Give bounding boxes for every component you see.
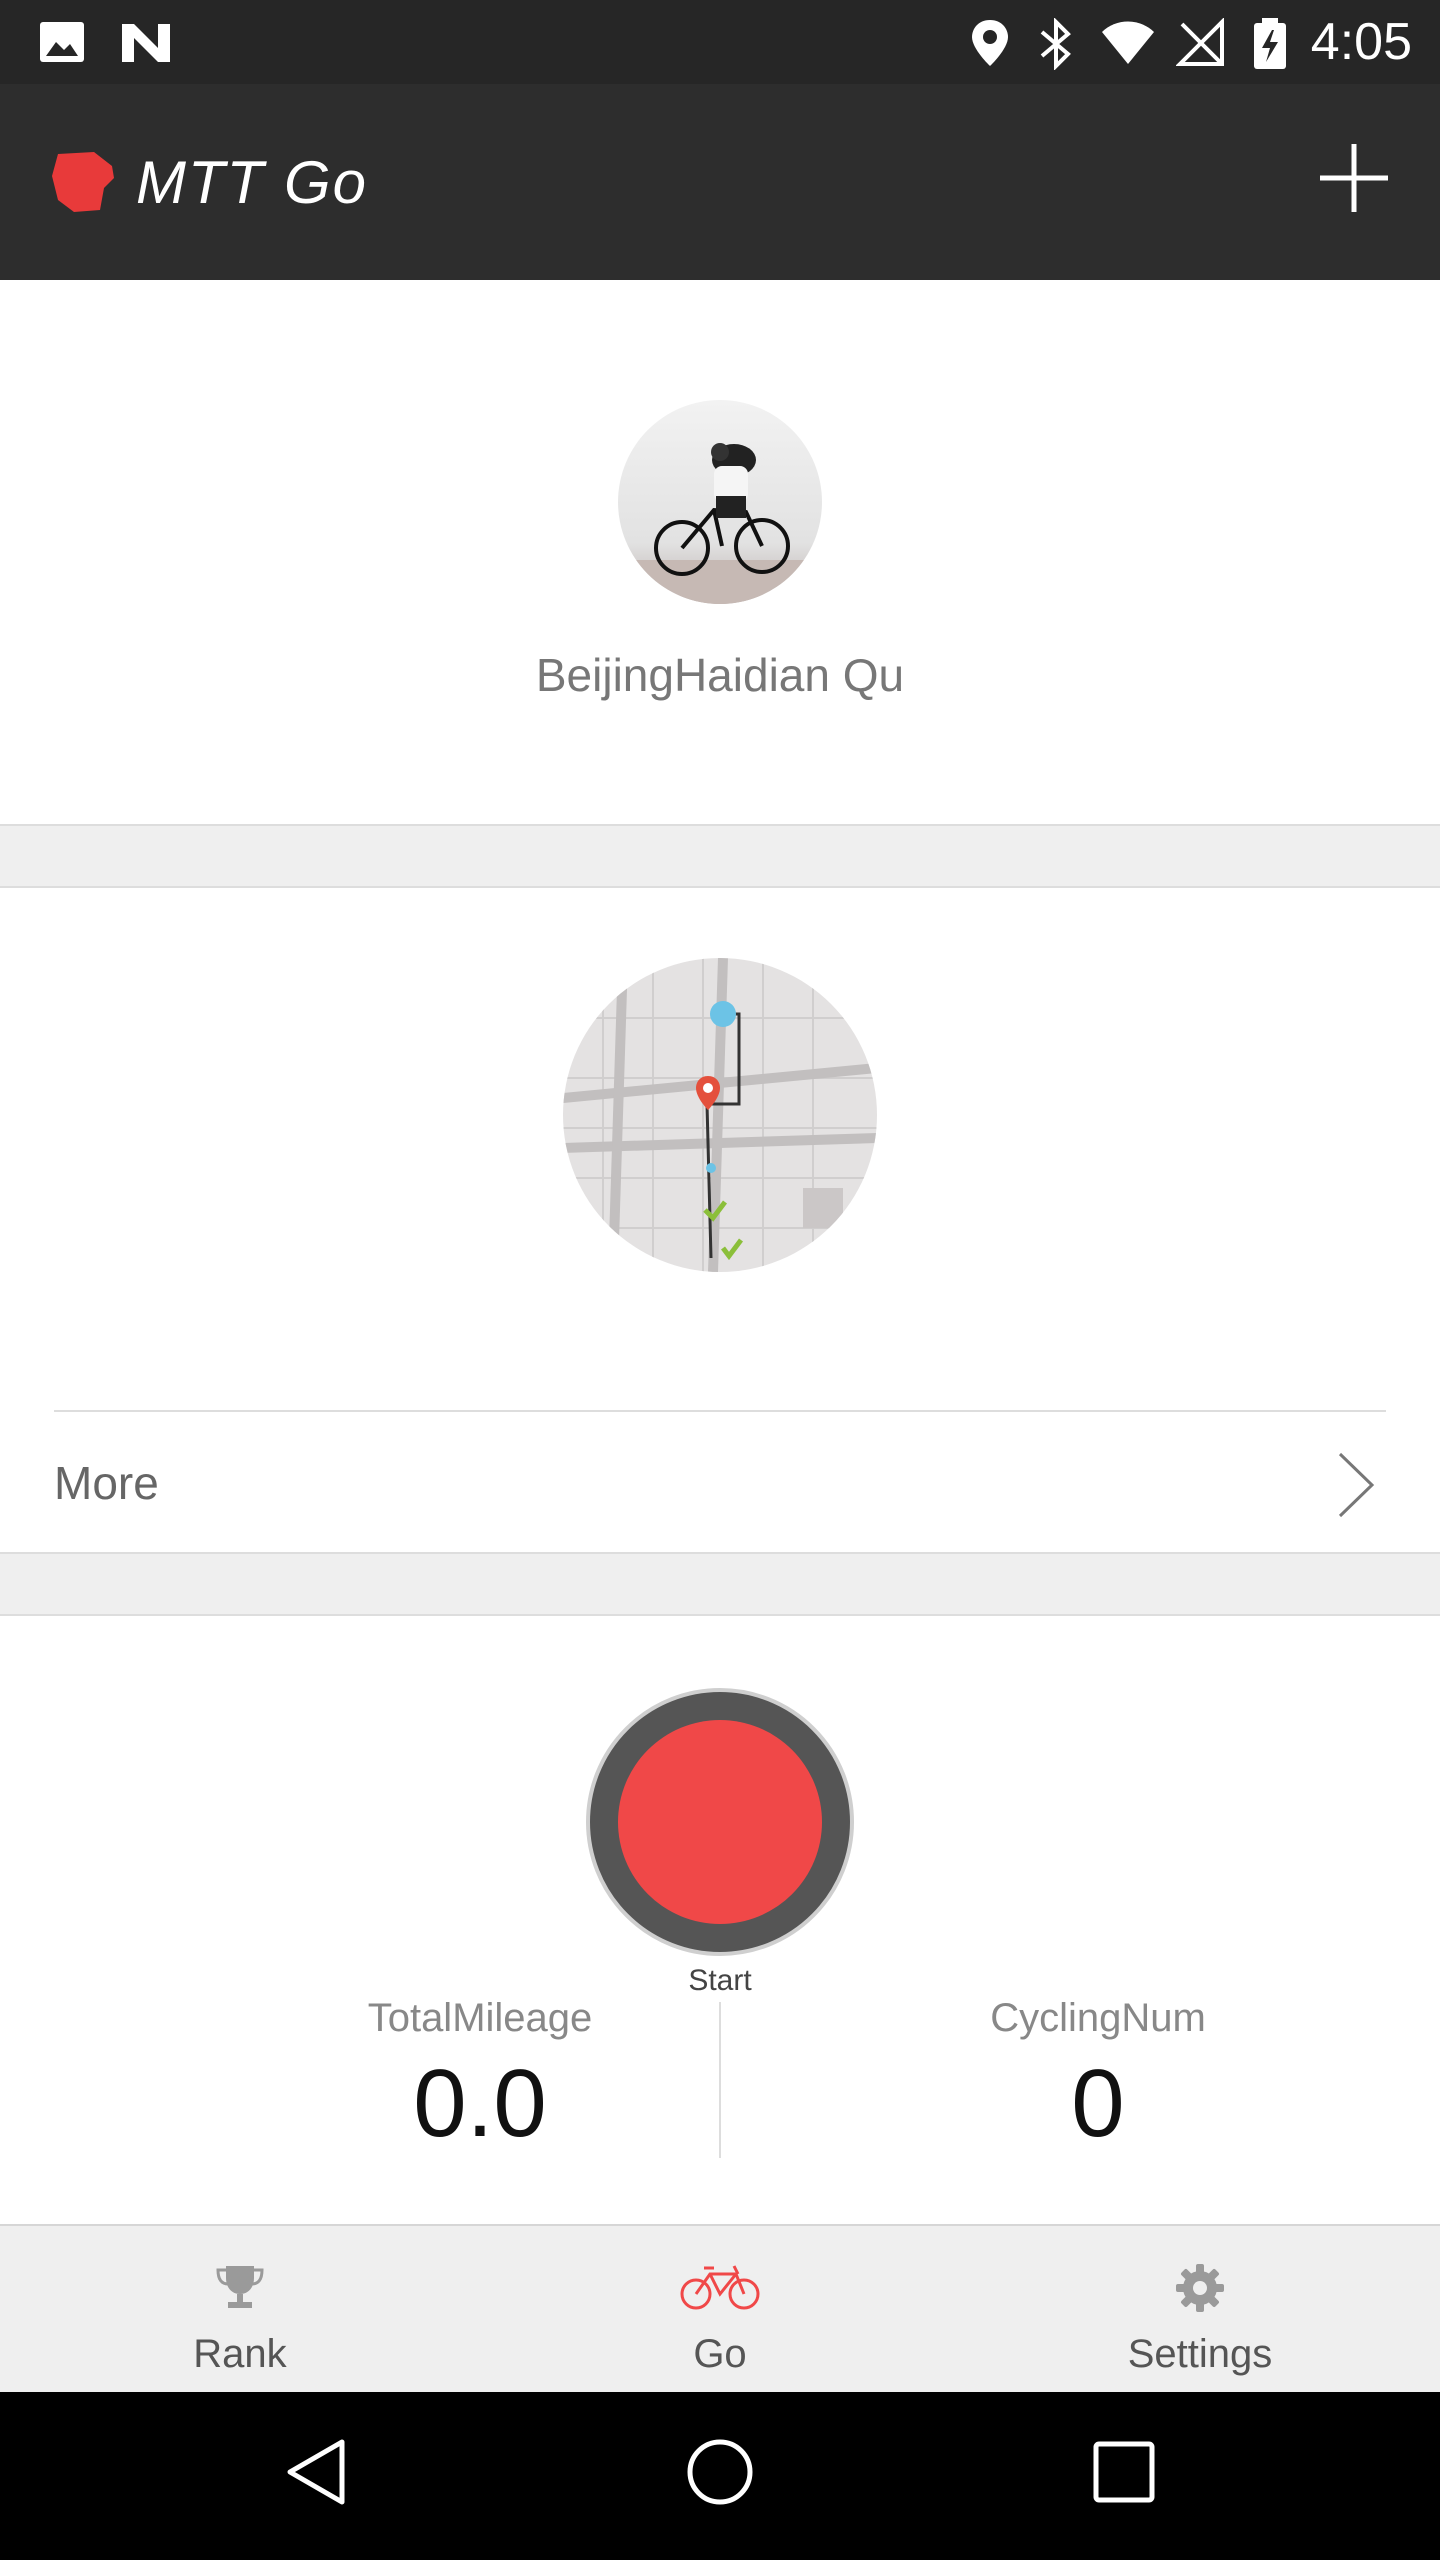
ride-section: Start TotalMileage 0.0 CyclingNum 0 <box>0 1616 1440 2224</box>
cycling-num-value: 0 <box>1071 2050 1125 2157</box>
no-signal-icon <box>1176 18 1224 66</box>
trophy-icon <box>216 2266 264 2308</box>
battery-charging-icon <box>1254 18 1286 69</box>
stat-divider <box>719 2002 721 2158</box>
nav-label-go: Go <box>693 2332 747 2376</box>
wifi-icon <box>1102 21 1154 64</box>
record-icon <box>618 1720 822 1924</box>
app-bar: MTT Go <box>0 84 1440 280</box>
add-button[interactable] <box>1318 142 1390 214</box>
route-map-thumbnail[interactable] <box>563 958 877 1272</box>
profile-section: BeijingHaidian Qu <box>0 280 1440 824</box>
total-mileage-stat: TotalMileage 0.0 <box>240 1996 720 2159</box>
avatar[interactable] <box>618 400 822 604</box>
nav-item-rank[interactable]: Rank <box>0 2226 480 2392</box>
start-label: Start <box>688 1964 752 1997</box>
recents-icon[interactable] <box>1092 2436 1156 2508</box>
nav-item-settings[interactable]: Settings <box>960 2226 1440 2392</box>
bluetooth-icon <box>1040 18 1071 70</box>
status-time: 4:05 <box>1310 13 1412 71</box>
nav-label-rank: Rank <box>193 2332 287 2376</box>
section-divider <box>0 1552 1440 1616</box>
nav-item-go[interactable]: Go <box>480 2226 960 2392</box>
home-icon[interactable] <box>686 2436 754 2508</box>
logo-icon <box>52 152 114 212</box>
system-nav-bar <box>0 2392 1440 2560</box>
section-divider <box>0 824 1440 888</box>
bicycle-icon <box>680 2265 760 2310</box>
total-mileage-label: TotalMileage <box>367 1996 593 2040</box>
gear-icon <box>1176 2264 1224 2312</box>
cycling-num-stat: CyclingNum 0 <box>858 1996 1338 2159</box>
bottom-nav: Rank Go Settings <box>0 2224 1440 2392</box>
map-section: More <box>0 888 1440 1552</box>
chevron-right-icon <box>1338 1452 1375 1518</box>
total-mileage-value: 0.0 <box>413 2050 547 2157</box>
start-ride-button[interactable] <box>586 1688 854 1956</box>
location-icon <box>972 20 1008 66</box>
status-bar: 4:05 <box>0 0 1440 84</box>
back-icon[interactable] <box>284 2436 348 2508</box>
nav-label-settings: Settings <box>1127 2332 1273 2376</box>
n-icon <box>122 24 170 62</box>
image-icon <box>40 22 84 62</box>
app-title: MTT Go <box>136 149 368 216</box>
location-text: BeijingHaidian Qu <box>535 649 905 701</box>
cycling-num-label: CyclingNum <box>990 1996 1206 2040</box>
more-label: More <box>54 1457 159 1509</box>
more-row[interactable]: More <box>54 1410 1386 1552</box>
